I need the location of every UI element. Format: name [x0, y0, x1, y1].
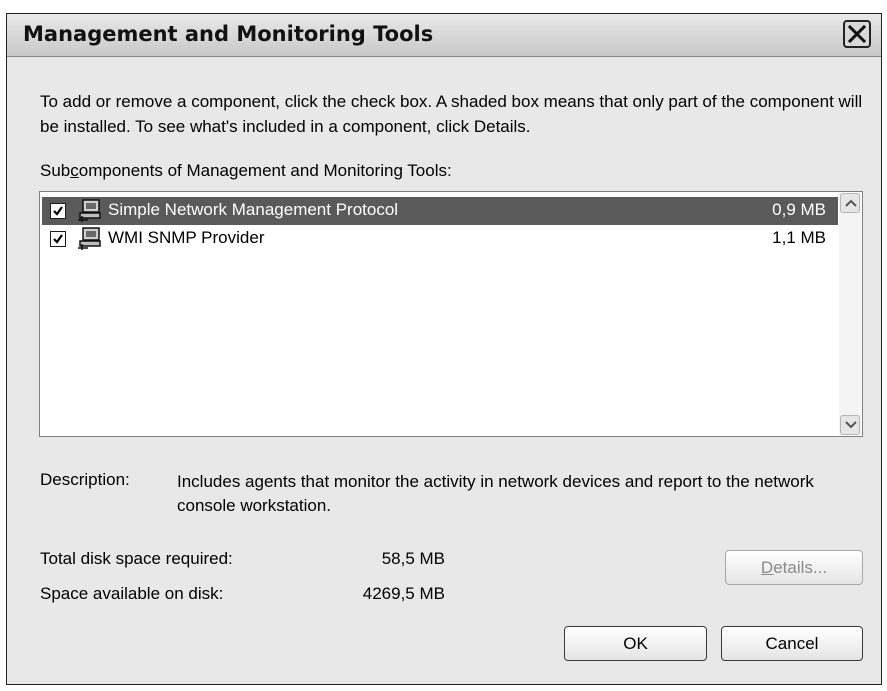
- disk-available-label: Space available on disk:: [40, 584, 224, 603]
- chevron-up-icon: [845, 199, 857, 207]
- component-checkbox[interactable]: [50, 203, 66, 219]
- close-button[interactable]: [843, 20, 871, 48]
- component-size: 1,1 MB: [772, 228, 826, 247]
- subcomponents-label: Subcomponents of Management and Monitori…: [40, 161, 452, 180]
- network-computer-icon: [78, 199, 101, 222]
- checkmark-icon: [53, 234, 63, 244]
- list-item[interactable]: WMI SNMP Provider 1,1 MB: [42, 225, 838, 253]
- description-label: Description:: [40, 470, 130, 489]
- component-name: WMI SNMP Provider: [108, 228, 265, 247]
- component-name: Simple Network Management Protocol: [108, 200, 399, 219]
- disk-required-value: 58,5 MB: [381, 549, 445, 568]
- chevron-down-icon: [845, 421, 857, 429]
- scroll-down-button[interactable]: [840, 415, 860, 435]
- vertical-scrollbar[interactable]: [839, 193, 861, 435]
- list-item[interactable]: Simple Network Management Protocol 0,9 M…: [42, 197, 838, 225]
- ok-button[interactable]: OK: [564, 626, 707, 661]
- disk-required-label: Total disk space required:: [40, 549, 233, 568]
- network-computer-icon: [78, 227, 101, 250]
- dialog-window: Management and Monitoring Tools To add o…: [6, 13, 882, 685]
- checkmark-icon: [53, 206, 63, 216]
- component-checkbox[interactable]: [50, 231, 66, 247]
- close-icon: [848, 25, 866, 43]
- components-listbox[interactable]: Simple Network Management Protocol 0,9 M…: [39, 191, 863, 437]
- title-bar[interactable]: Management and Monitoring Tools: [7, 14, 881, 57]
- instructions-text: To add or remove a component, click the …: [40, 92, 863, 136]
- details-button[interactable]: Details...: [725, 550, 863, 585]
- window-title: Management and Monitoring Tools: [23, 22, 434, 46]
- component-size: 0,9 MB: [772, 200, 826, 219]
- scroll-up-button[interactable]: [840, 193, 860, 213]
- cancel-button[interactable]: Cancel: [721, 626, 863, 661]
- disk-available-value: 4269,5 MB: [362, 584, 445, 603]
- description-text: Includes agents that monitor the activit…: [177, 472, 814, 515]
